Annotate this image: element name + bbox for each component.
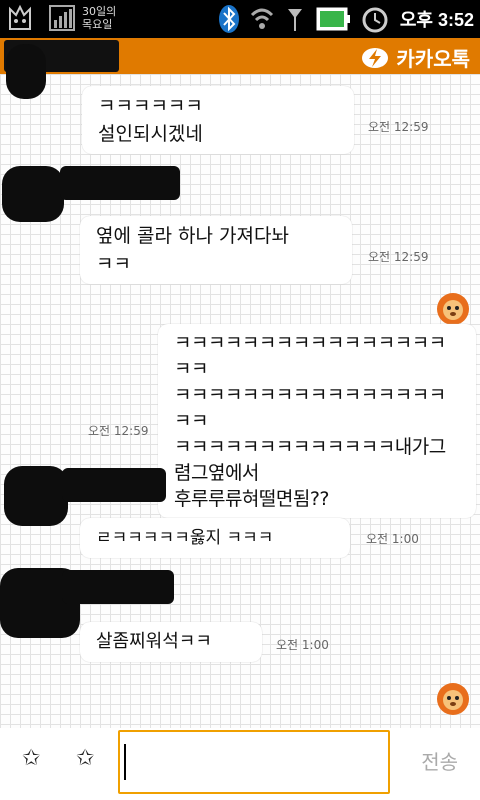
message-line: 설인되시겠네 xyxy=(98,123,203,145)
message-line: ㄹㅋㅋㅋㅋㅋ옳지 ㅋㅋㅋ xyxy=(96,528,274,548)
message-time: 오전 12:59 xyxy=(368,120,429,134)
status-bar: 30일의 목요일 오후 3:52 xyxy=(0,0,480,38)
input-bar: ✩ ✩ 전송 xyxy=(0,728,480,800)
title-bar: 카카오톡 xyxy=(0,38,480,74)
message-line: ㅋㅋㅋㅋㅋㅋ xyxy=(98,95,203,117)
message-line: ㅋㅋㅋㅋㅋㅋㅋㅋㅋㅋㅋㅋㅋ내가그 xyxy=(174,436,446,458)
message-input[interactable] xyxy=(118,730,390,794)
chat-area[interactable]: ㅋㅋㅋㅋㅋㅋ 설인되시겠네 오전 12:59 옆에 콜라 하나 가져다놔 ㅋㅋ … xyxy=(0,44,480,728)
redacted-sender-profile xyxy=(2,166,64,222)
star-icon: ✩ xyxy=(76,746,95,771)
message-bubble[interactable]: 옆에 콜라 하나 가져다놔 ㅋㅋ xyxy=(80,216,352,284)
message-line: 후루루류혀떨면됨?? xyxy=(174,488,330,510)
text-caret xyxy=(124,744,126,780)
lion-avatar-icon xyxy=(437,293,469,325)
redacted-sender-profile xyxy=(4,466,68,526)
wifi-icon xyxy=(250,8,273,29)
star-icon: ✩ xyxy=(22,746,41,771)
brand-label: 카카오톡 xyxy=(396,47,470,71)
message-bubble[interactable]: ㅋㅋㅋㅋㅋㅋㅋㅋㅋㅋㅋㅋㅋㅋㅋㅋㅋㅋ ㅋㅋㅋㅋㅋㅋㅋㅋㅋㅋㅋㅋㅋㅋㅋㅋㅋㅋ ㅋㅋ… xyxy=(158,324,476,518)
message-time: 오전 1:00 xyxy=(366,532,419,546)
message-bubble[interactable]: ㅋㅋㅋㅋㅋㅋ 설인되시겠네 xyxy=(82,86,354,154)
status-date: 30일의 목요일 xyxy=(82,5,117,31)
message-line: 렴그옆에서 xyxy=(174,462,259,484)
redacted-sender-name xyxy=(6,44,46,99)
redacted-sender-name xyxy=(62,468,166,502)
send-button[interactable]: 전송 xyxy=(421,746,458,775)
kakaotalk-logo-icon xyxy=(362,47,389,68)
signal-icon xyxy=(287,9,302,31)
plus-button[interactable]: ✩ xyxy=(76,746,94,771)
message-line: ㅋㅋㅋㅋㅋㅋㅋㅋㅋㅋㅋㅋㅋㅋㅋㅋㅋㅋ xyxy=(174,384,446,432)
status-right: 오후 3:52 xyxy=(218,4,474,34)
status-time: 오후 3:52 xyxy=(399,10,474,30)
bluetooth-icon xyxy=(218,5,239,33)
chart-icon xyxy=(49,5,75,31)
message-time: 오전 1:00 xyxy=(276,638,329,652)
redacted-sender-name xyxy=(62,570,174,604)
message-line: ㅋㅋㅋㅋㅋㅋㅋㅋㅋㅋㅋㅋㅋㅋㅋㅋㅋㅋ xyxy=(174,332,446,380)
message-time: 오전 12:59 xyxy=(88,424,149,438)
battery-icon xyxy=(316,7,350,31)
status-left: 30일의 목요일 xyxy=(6,3,124,33)
message-bubble[interactable]: 살좀찌워석ㅋㅋ xyxy=(80,622,262,662)
emoticon-button[interactable]: ✩ xyxy=(22,746,40,771)
message-line: ㅋㅋ xyxy=(96,253,131,275)
brand: 카카오톡 xyxy=(360,43,470,72)
message-bubble[interactable]: ㄹㅋㅋㅋㅋㅋ옳지 ㅋㅋㅋ xyxy=(80,518,350,558)
cat-icon xyxy=(9,4,31,30)
message-time: 오전 12:59 xyxy=(368,250,429,264)
lion-avatar-icon xyxy=(437,683,469,715)
redacted-sender-name xyxy=(60,166,180,200)
message-line: 살좀찌워석ㅋㅋ xyxy=(96,631,212,652)
alarm-icon xyxy=(362,7,388,33)
message-line: 옆에 콜라 하나 가져다놔 xyxy=(96,225,289,247)
